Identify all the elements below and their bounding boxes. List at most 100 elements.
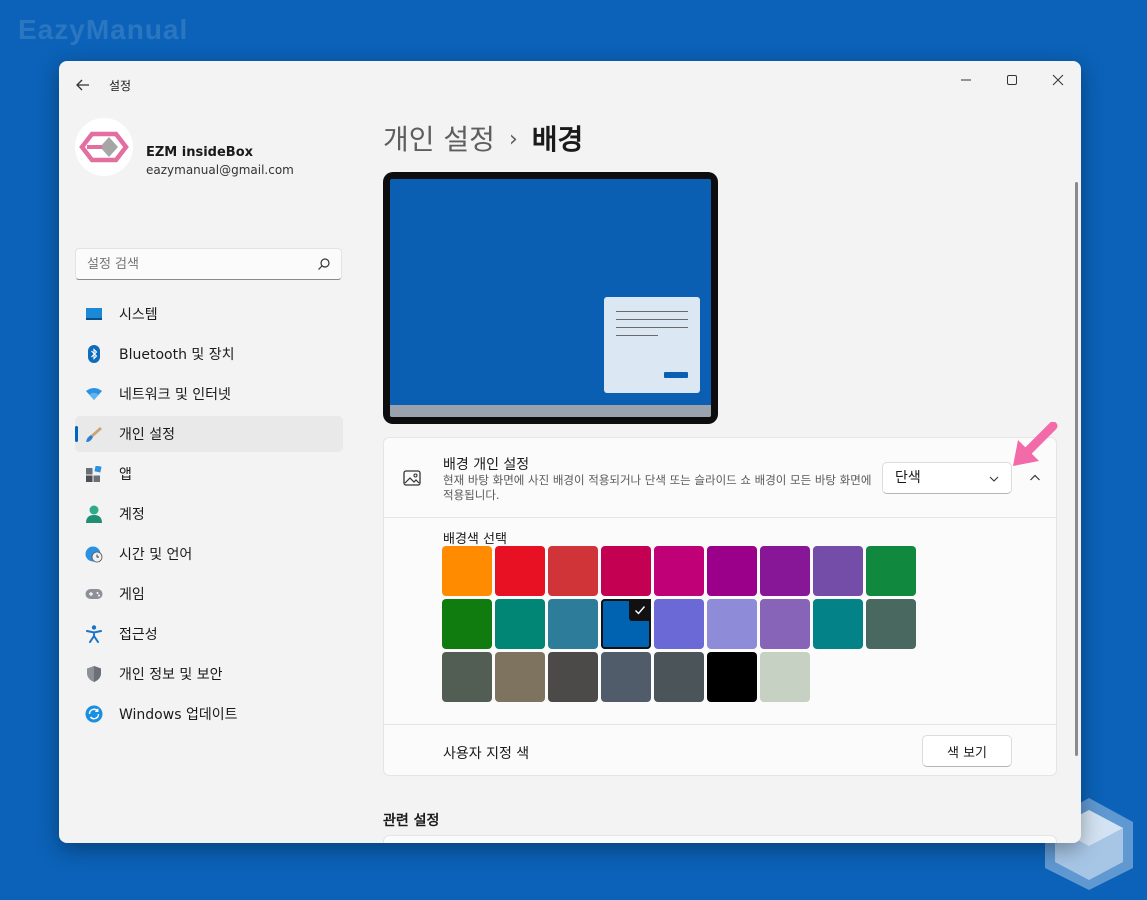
update-icon	[85, 705, 103, 723]
color-swatch[interactable]	[760, 546, 810, 596]
color-swatch[interactable]	[654, 652, 704, 702]
sidebar-item-label: 시스템	[119, 307, 158, 323]
person-icon	[85, 505, 103, 523]
color-swatch-grid	[442, 546, 922, 702]
chevron-up-icon	[1030, 474, 1040, 481]
background-type-value: 단색	[895, 470, 921, 486]
page-title: 배경	[531, 123, 584, 156]
nav-menu: 시스템 Bluetooth 및 장치 네트워크 및 인터넷 개인 설정 앱 계정…	[75, 296, 343, 736]
sidebar-item-bluetooth[interactable]: Bluetooth 및 장치	[75, 336, 343, 372]
color-swatch[interactable]	[866, 546, 916, 596]
sidebar-item-label: 개인 설정	[119, 427, 175, 443]
image-icon	[403, 470, 421, 486]
color-swatch[interactable]	[442, 652, 492, 702]
color-swatch[interactable]	[548, 546, 598, 596]
color-swatch[interactable]	[601, 546, 651, 596]
preview-screen	[390, 179, 711, 417]
sidebar-item-label: 게임	[119, 587, 145, 603]
sidebar-item-label: Bluetooth 및 장치	[119, 347, 235, 363]
background-card-title: 배경 개인 설정	[443, 457, 530, 473]
sidebar-item-time-language[interactable]: 시간 및 언어	[75, 536, 343, 572]
shield-icon	[85, 665, 103, 683]
maximize-button[interactable]	[989, 65, 1035, 95]
title-bar: 설정	[59, 61, 1081, 107]
paintbrush-icon	[85, 425, 103, 443]
preview-line	[616, 327, 688, 328]
view-colors-button[interactable]: 색 보기	[922, 735, 1012, 767]
color-swatch[interactable]	[442, 599, 492, 649]
color-swatch[interactable]	[654, 599, 704, 649]
custom-color-row: 사용자 지정 색 색 보기	[384, 724, 1056, 777]
back-arrow-icon[interactable]	[73, 75, 93, 95]
sidebar-item-personalization[interactable]: 개인 설정	[75, 416, 343, 452]
sidebar-item-label: 접근성	[119, 627, 158, 643]
sidebar-item-accounts[interactable]: 계정	[75, 496, 343, 532]
user-name: EZM insideBox	[146, 145, 254, 160]
gamepad-icon	[85, 585, 103, 603]
color-swatch[interactable]	[548, 599, 598, 649]
sidebar-item-accessibility[interactable]: 접근성	[75, 616, 343, 652]
sidebar-item-privacy-security[interactable]: 개인 정보 및 보안	[75, 656, 343, 692]
background-type-dropdown[interactable]: 단색	[882, 462, 1012, 494]
preview-line	[616, 319, 688, 320]
app-title: 설정	[109, 79, 132, 93]
minimize-icon	[961, 79, 971, 81]
color-swatch[interactable]	[601, 652, 651, 702]
user-email: eazymanual@gmail.com	[146, 163, 294, 177]
avatar	[75, 118, 133, 176]
accessibility-icon	[85, 625, 103, 643]
sidebar-item-windows-update[interactable]: Windows 업데이트	[75, 696, 343, 732]
settings-window: 설정 EZM insideBox eazymanual@gmail.com 설정…	[59, 61, 1081, 843]
color-swatch[interactable]	[654, 546, 704, 596]
breadcrumb: 개인 설정 › 배경	[383, 118, 583, 158]
monitor-icon	[85, 305, 103, 323]
color-swatch[interactable]	[495, 599, 545, 649]
color-swatch[interactable]	[760, 599, 810, 649]
preview-line	[616, 335, 658, 336]
color-swatch[interactable]	[707, 652, 757, 702]
background-settings-card: 배경 개인 설정 현재 바탕 화면에 사진 배경이 적용되거나 단색 또는 슬라…	[383, 422, 1058, 777]
checkmark-icon	[629, 599, 651, 621]
color-swatch[interactable]	[601, 599, 651, 649]
sidebar-item-system[interactable]: 시스템	[75, 296, 343, 332]
maximize-icon	[1007, 75, 1017, 85]
annotation-arrow-icon	[1013, 422, 1058, 466]
vertical-scrollbar[interactable]	[1075, 182, 1078, 756]
color-swatch[interactable]	[707, 546, 757, 596]
color-swatch[interactable]	[760, 652, 810, 702]
sidebar-item-apps[interactable]: 앱	[75, 456, 343, 492]
minimize-button[interactable]	[943, 65, 989, 95]
background-card-header[interactable]: 배경 개인 설정 현재 바탕 화면에 사진 배경이 적용되거나 단색 또는 슬라…	[384, 422, 1058, 518]
background-color-label: 배경색 선택	[443, 532, 507, 547]
main-content: 개인 설정 › 배경 배경 개인 설정 현재 바탕 화면에 사진 배경이 적용되…	[359, 107, 1081, 843]
color-swatch[interactable]	[548, 652, 598, 702]
color-swatch[interactable]	[495, 546, 545, 596]
related-settings-title: 관련 설정	[383, 813, 440, 829]
background-card-description: 현재 바탕 화면에 사진 배경이 적용되거나 단색 또는 슬라이드 쇼 배경이 …	[443, 473, 872, 502]
close-icon	[1052, 74, 1064, 86]
sidebar-item-label: 네트워크 및 인터넷	[119, 387, 231, 403]
preview-window-thumbnail	[604, 297, 700, 393]
color-swatch[interactable]	[495, 652, 545, 702]
sidebar-item-label: Windows 업데이트	[119, 707, 238, 723]
sidebar-item-network[interactable]: 네트워크 및 인터넷	[75, 376, 343, 412]
sidebar-item-label: 계정	[119, 507, 145, 523]
search-icon[interactable]	[317, 257, 331, 271]
apps-icon	[85, 465, 103, 483]
preview-button	[664, 372, 688, 378]
sidebar-item-label: 앱	[119, 467, 132, 483]
color-swatch[interactable]	[813, 546, 863, 596]
color-swatch[interactable]	[866, 599, 916, 649]
color-swatch[interactable]	[442, 546, 492, 596]
color-swatch[interactable]	[707, 599, 757, 649]
sidebar-item-gaming[interactable]: 게임	[75, 576, 343, 612]
desktop-preview	[383, 172, 718, 424]
search-input[interactable]	[75, 248, 342, 280]
custom-color-label: 사용자 지정 색	[443, 746, 530, 762]
breadcrumb-parent[interactable]: 개인 설정	[383, 123, 495, 156]
color-swatch[interactable]	[813, 599, 863, 649]
wifi-icon	[85, 385, 103, 403]
chevron-down-icon	[989, 476, 999, 482]
close-button[interactable]	[1035, 65, 1081, 95]
sidebar-item-label: 시간 및 언어	[119, 547, 193, 563]
